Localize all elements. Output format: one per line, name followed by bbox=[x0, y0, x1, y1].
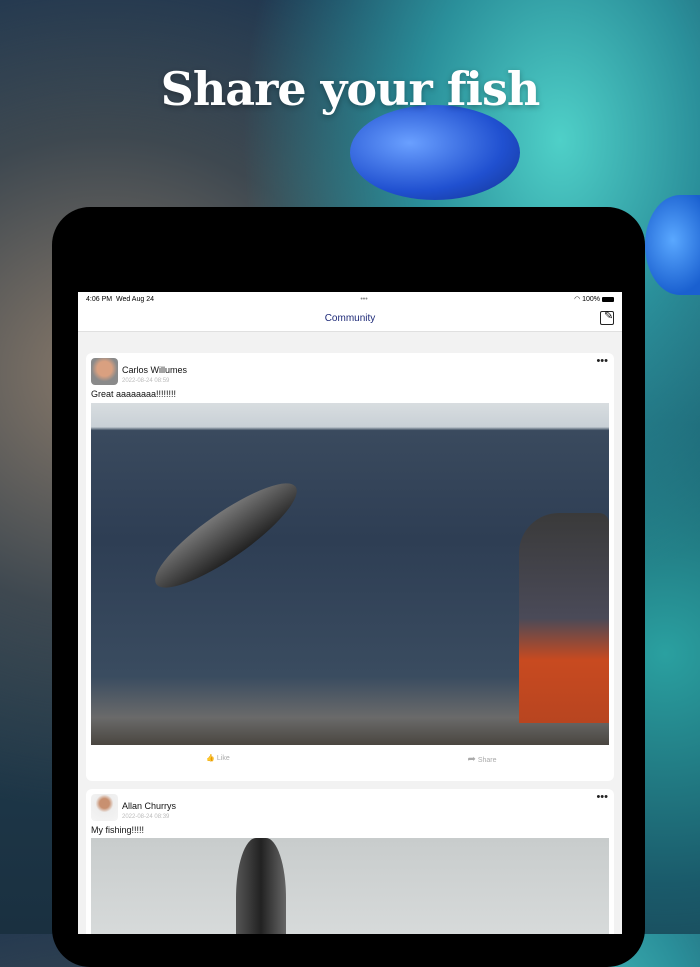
post-card: Carlos Willumes 2022-08-24 08:59 ••• Gre… bbox=[86, 353, 614, 781]
thumbs-up-icon: 👍 bbox=[206, 755, 215, 762]
status-time: 4:06 PM bbox=[86, 295, 113, 303]
wifi-icon: ◠ bbox=[574, 296, 581, 303]
post-text: My fishing!!!!! bbox=[91, 825, 145, 835]
battery-icon bbox=[601, 296, 614, 302]
post-photo[interactable] bbox=[91, 838, 609, 934]
like-button[interactable]: 👍 Like bbox=[86, 754, 350, 765]
battery-label: 100% bbox=[582, 296, 601, 303]
post-actions: 👍 Like ➦ Share bbox=[86, 754, 614, 765]
page-title: Community bbox=[324, 313, 376, 324]
post-text: Great aaaaaaaa!!!!!!!! bbox=[91, 389, 177, 399]
multitask-dots[interactable]: ••• bbox=[360, 296, 367, 303]
avatar[interactable] bbox=[91, 794, 118, 821]
post-card: Allan Churrys 2022-08-24 08:39 ••• My fi… bbox=[86, 789, 614, 934]
post-author[interactable]: Allan Churrys bbox=[122, 801, 176, 811]
more-options-button[interactable]: ••• bbox=[596, 355, 608, 367]
background-fish bbox=[645, 195, 700, 295]
nav-bar: Community ✎ bbox=[78, 306, 622, 332]
more-options-button[interactable]: ••• bbox=[596, 791, 608, 803]
tuna-fish bbox=[143, 468, 309, 603]
post-photo[interactable] bbox=[91, 403, 609, 745]
headline: Share your fish bbox=[160, 62, 541, 116]
status-bar: 4:06 PM Wed Aug 24 ••• ◠ 100% bbox=[78, 292, 622, 306]
compose-icon[interactable]: ✎ bbox=[600, 310, 614, 325]
background-fish bbox=[350, 105, 520, 200]
share-icon: ➦ bbox=[467, 754, 476, 765]
app-screen: 4:06 PM Wed Aug 24 ••• ◠ 100% Community … bbox=[78, 292, 622, 934]
hanging-fish bbox=[236, 838, 286, 934]
share-button[interactable]: ➦ Share bbox=[350, 754, 614, 765]
post-date: 2022-08-24 08:59 bbox=[122, 378, 170, 384]
post-date: 2022-08-24 08:39 bbox=[122, 814, 170, 820]
fisherman bbox=[519, 513, 609, 723]
avatar[interactable] bbox=[91, 358, 118, 385]
post-author[interactable]: Carlos Willumes bbox=[122, 365, 187, 375]
status-date: Wed Aug 24 bbox=[115, 295, 154, 303]
